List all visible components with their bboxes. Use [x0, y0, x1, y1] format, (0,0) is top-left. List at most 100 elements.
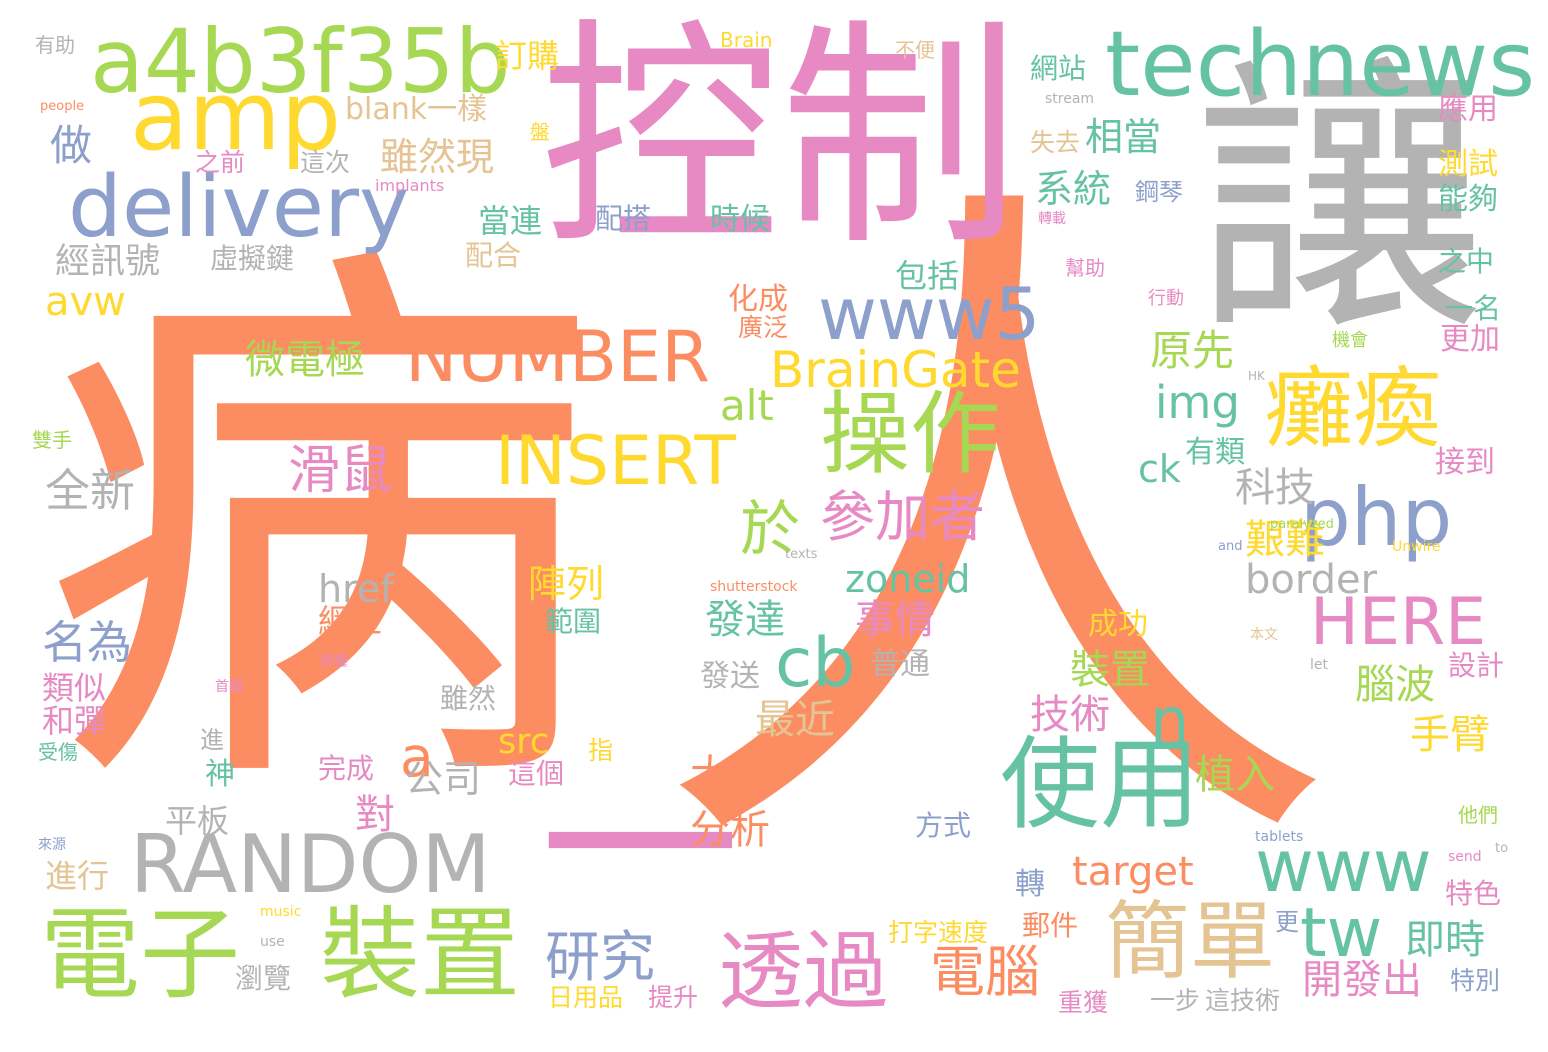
word-cloud-word: music	[260, 904, 302, 920]
word-cloud-word: 訂購	[495, 37, 560, 75]
word-cloud-word: 一步	[1150, 986, 1201, 1015]
word-cloud-word: 腦波	[1355, 662, 1435, 708]
word-cloud-word: border	[1245, 557, 1378, 603]
word-cloud-word: 神	[205, 757, 235, 792]
word-cloud-word: 成功	[1088, 607, 1148, 642]
word-cloud-word: 配合	[465, 239, 522, 272]
word-cloud-word: 發送	[700, 659, 760, 694]
word-cloud-word: 電子	[40, 896, 240, 1013]
word-cloud-word: 普通	[870, 647, 930, 682]
word-cloud-word: 來源	[38, 837, 66, 853]
word-cloud-word: 配搭	[595, 202, 652, 235]
word-cloud-word: zoneid	[845, 557, 971, 601]
word-cloud-word: 名為	[42, 616, 133, 669]
word-cloud-word: delivery	[68, 158, 410, 257]
word-cloud-word: 當連	[478, 202, 543, 240]
word-cloud-word: 打字速度	[888, 918, 989, 947]
word-cloud-word: 設計	[1448, 649, 1505, 682]
word-cloud-word: 之中	[1438, 245, 1495, 278]
word-cloud-word: 提升	[648, 983, 699, 1012]
word-cloud-word: ck	[1138, 447, 1181, 491]
word-cloud-word: 類似	[42, 669, 107, 707]
word-cloud-word: 廣泛	[738, 313, 789, 342]
word-cloud-word: 測試	[1438, 147, 1498, 182]
word-cloud-word: 更	[1275, 908, 1299, 936]
word-cloud-word: 這技術	[1205, 986, 1281, 1015]
word-cloud-word: target	[1072, 849, 1194, 895]
word-cloud-word: 簡單	[1105, 893, 1276, 992]
word-cloud-word: NUMBER	[405, 316, 710, 398]
word-cloud-word: HK	[1248, 369, 1265, 383]
word-cloud-word: 不便	[895, 38, 935, 62]
word-cloud-word: n	[1150, 684, 1190, 757]
word-cloud-word: 進	[200, 726, 224, 754]
word-cloud-word: 轉	[1015, 867, 1045, 902]
word-cloud-word: 特別	[1450, 966, 1501, 995]
word-cloud-word: implants	[375, 176, 445, 195]
word-cloud-word: 經訊號	[55, 242, 161, 282]
word-cloud-word: 發達	[705, 597, 785, 643]
word-cloud-word: 網上	[318, 602, 383, 640]
word-cloud-word: cb	[775, 624, 856, 703]
word-cloud-word: 首圖	[215, 679, 243, 695]
word-cloud-word: 參加者	[820, 485, 986, 549]
word-cloud-word: tablets	[1255, 829, 1304, 845]
word-cloud-word: 電腦	[930, 940, 1041, 1004]
word-cloud-word: 進行	[45, 857, 110, 895]
word-cloud-word: INSERT	[495, 422, 736, 501]
word-cloud-word: 技術	[1030, 692, 1110, 738]
word-cloud-word: 應用	[1438, 92, 1498, 127]
word-cloud-word: 全新	[45, 464, 136, 517]
word-cloud-word: 完成	[318, 752, 375, 785]
word-cloud-word: blank一樣	[345, 92, 488, 127]
word-cloud-word: 做	[50, 121, 93, 170]
word-cloud-word: 科技	[1235, 465, 1315, 511]
word-cloud-word: 雖然	[440, 682, 497, 715]
word-cloud-word: 雙手	[32, 428, 72, 452]
word-cloud-word: 他們	[1458, 803, 1498, 827]
word-cloud-word: 日用品	[548, 983, 624, 1012]
word-cloud-word: 手臂	[1410, 712, 1490, 758]
word-cloud-word: 對	[355, 792, 395, 838]
word-cloud-word: to	[1495, 841, 1509, 856]
word-cloud-word: 和彈	[42, 702, 107, 740]
word-cloud-word: 機會	[1332, 330, 1368, 351]
word-cloud-word: 包括	[895, 257, 960, 295]
word-cloud-word: 操作	[820, 382, 1000, 487]
word-cloud-word: 雖然現	[380, 135, 495, 179]
word-cloud-word: Unwire	[1392, 539, 1441, 555]
word-cloud-word: 行動	[1148, 288, 1184, 309]
word-cloud-word: send	[1448, 849, 1482, 865]
word-cloud-word: 盤	[530, 120, 550, 144]
word-cloud-word: 裝置	[320, 896, 520, 1013]
word-cloud-word: 鋼琴	[1135, 178, 1183, 206]
word-cloud-word: 更加	[1440, 322, 1500, 357]
word-cloud-word: 平板	[165, 802, 230, 840]
word-cloud-word: avw	[45, 279, 126, 325]
word-cloud-word: texts	[785, 547, 818, 562]
word-cloud-word: Brain	[720, 28, 773, 52]
word-cloud-word: 原先	[1150, 326, 1235, 375]
word-cloud-word: img	[1155, 376, 1240, 429]
word-cloud-word: 滑鼠	[288, 441, 393, 501]
word-cloud: 病人一控制讓 technews a4b3f35b amp delivery www5 NUM…	[0, 0, 1548, 1052]
word-cloud-word: 系統	[1035, 167, 1112, 211]
word-cloud-word: and	[1218, 539, 1243, 554]
word-cloud-word: 這個	[508, 757, 565, 790]
word-cloud-word: 範圍	[545, 605, 602, 638]
word-cloud-word: 即時	[1405, 917, 1485, 963]
word-cloud-word: 之前	[195, 148, 246, 177]
word-cloud-word: 有助	[35, 33, 75, 57]
word-cloud-word: 化成	[728, 282, 788, 317]
word-cloud-word: people	[40, 99, 85, 114]
word-cloud-word: 相當	[1085, 115, 1162, 159]
word-cloud-word: 時候	[710, 202, 770, 237]
word-cloud-word: 癱瘓	[1265, 357, 1442, 460]
word-cloud-word: 公司	[405, 757, 482, 801]
word-cloud-word: 特色	[1445, 877, 1502, 910]
word-cloud-word: 植入	[1195, 752, 1275, 798]
word-cloud-word: 開發出	[1302, 957, 1422, 1003]
word-cloud-word: use	[260, 934, 285, 950]
word-cloud-word: 指	[588, 736, 614, 765]
word-cloud-word: 重獲	[1058, 988, 1109, 1017]
